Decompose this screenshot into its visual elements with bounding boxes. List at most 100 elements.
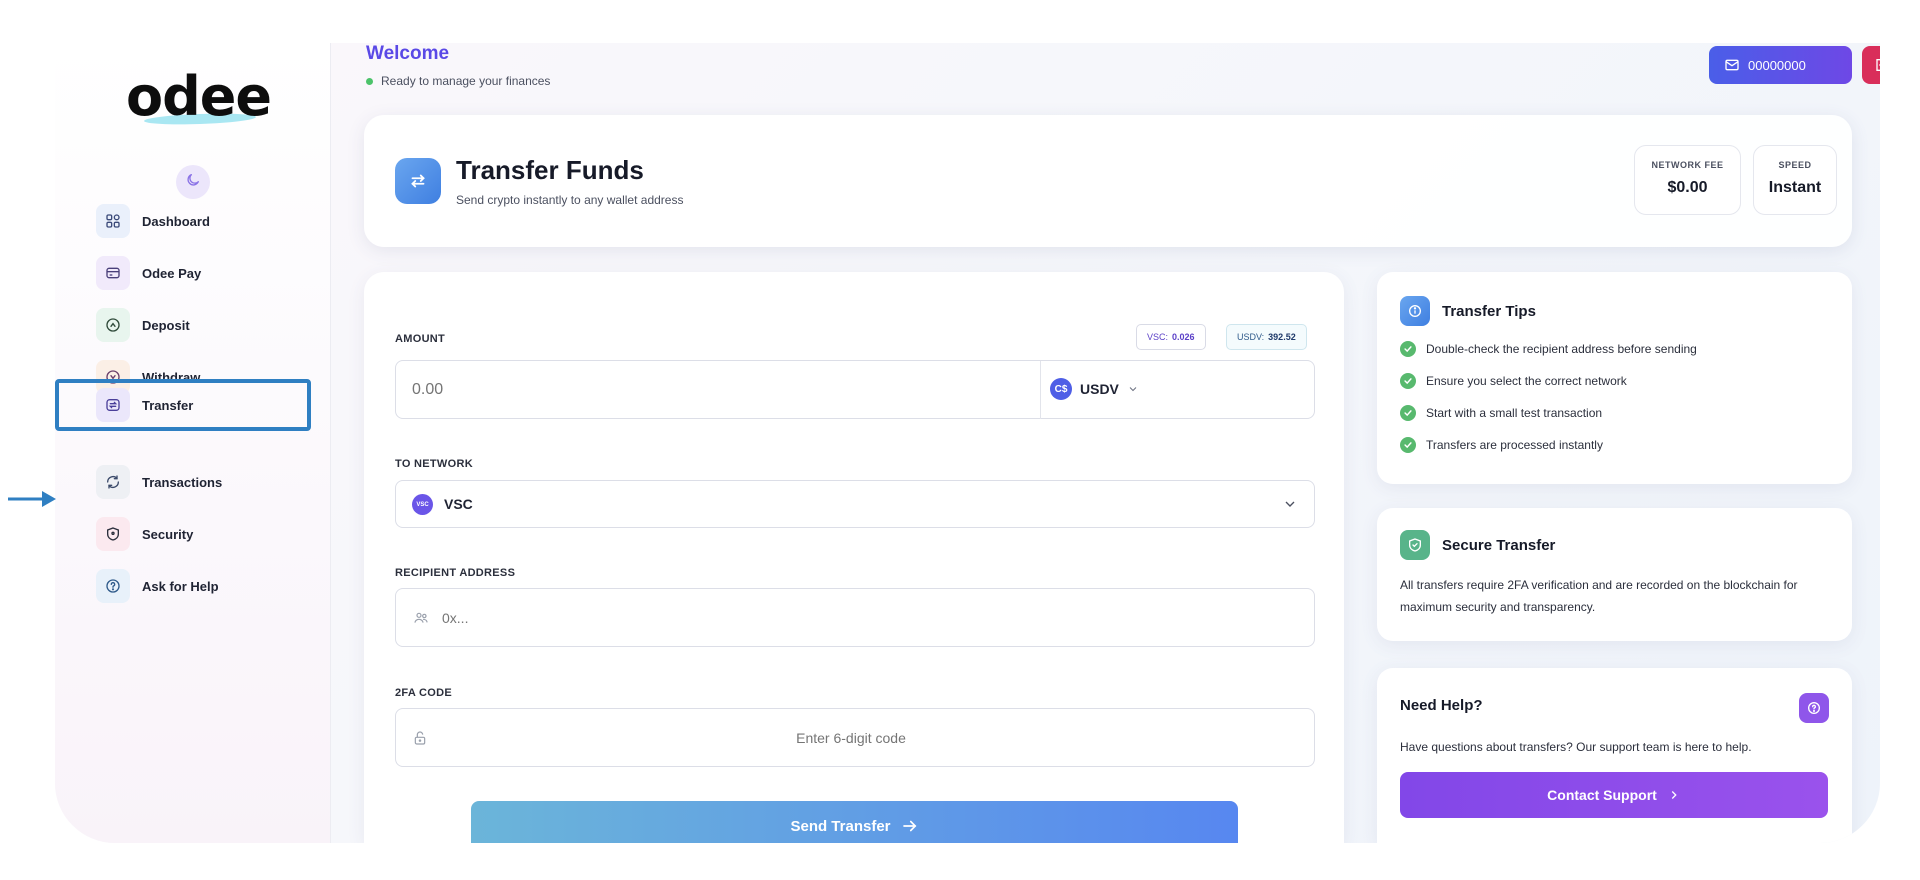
secure-body: All transfers require 2FA verification a… <box>1400 578 1798 614</box>
twofa-label: 2FA CODE <box>395 687 453 699</box>
transfer-header-card: Transfer Funds Send crypto instantly to … <box>364 115 1852 247</box>
tip-text: Start with a small test transaction <box>1426 406 1603 420</box>
pointer-arrow-icon <box>8 491 56 507</box>
check-icon <box>1400 405 1416 421</box>
help-title: Need Help? <box>1400 697 1483 714</box>
theme-toggle-button[interactable] <box>176 165 210 199</box>
amount-field: C$ USDV <box>395 360 1315 419</box>
sidebar-item-dashboard[interactable]: Dashboard <box>96 198 306 244</box>
help-body: Have questions about transfers? Our supp… <box>1400 740 1752 754</box>
recipient-label: RECIPIENT ADDRESS <box>395 567 516 579</box>
twofa-field <box>395 708 1315 767</box>
speed-value: Instant <box>1768 179 1822 196</box>
chevron-right-icon <box>1667 788 1681 802</box>
recipient-input[interactable] <box>436 590 1306 645</box>
vsc-balance-chip: VSC: 0.026 <box>1136 324 1206 350</box>
tip-text: Double-check the recipient address befor… <box>1426 342 1697 356</box>
sidebar-item-security[interactable]: Security <box>96 511 306 557</box>
sidebar: odee Dashboard Odee Pay Deposit Withdraw… <box>55 43 331 843</box>
info-icon <box>1400 296 1430 326</box>
check-icon <box>1400 341 1416 357</box>
lock-icon <box>412 729 428 747</box>
speed-stat: SPEED Instant <box>1753 145 1837 215</box>
logout-button[interactable] <box>1862 46 1880 84</box>
sidebar-item-label: Odee Pay <box>142 265 202 281</box>
tip-text: Transfers are processed instantly <box>1426 438 1603 452</box>
account-button[interactable]: 00000000 <box>1709 46 1852 84</box>
amount-input[interactable] <box>397 362 1037 417</box>
recipient-field <box>395 588 1315 647</box>
sidebar-item-ask-for-help[interactable]: Ask for Help <box>96 563 306 609</box>
chevron-down-icon <box>1282 496 1298 512</box>
tip-item: Start with a small test transaction <box>1400 405 1602 421</box>
transactions-icon <box>96 465 130 499</box>
secure-transfer-card: Secure Transfer All transfers require 2F… <box>1377 508 1852 641</box>
hero-title: Transfer Funds <box>456 155 644 185</box>
balance-value: 0.026 <box>1172 332 1195 342</box>
sidebar-item-transactions[interactable]: Transactions <box>96 459 306 505</box>
speed-label: SPEED <box>1778 160 1812 170</box>
sidebar-item-transfer[interactable]: Transfer <box>55 379 311 431</box>
help-icon <box>96 569 130 603</box>
main-content: Welcome Ready to manage your finances 00… <box>331 43 1880 843</box>
status-dot <box>366 77 373 85</box>
check-icon <box>1400 373 1416 389</box>
network-fee-label: NETWORK FEE <box>1651 160 1724 170</box>
network-logo: VSC <box>412 494 433 515</box>
tip-text: Ensure you select the correct network <box>1426 374 1627 388</box>
send-transfer-label: Send Transfer <box>790 817 891 835</box>
status-label: Ready to manage your finances <box>381 74 551 88</box>
logo[interactable]: odee <box>126 67 272 127</box>
hero-subtitle: Send crypto instantly to any wallet addr… <box>456 193 684 207</box>
account-number: 00000000 <box>1748 57 1806 73</box>
sidebar-item-label: Dashboard <box>142 213 210 229</box>
status-text: Ready to manage your finances <box>366 74 550 88</box>
page-title: Welcome <box>366 43 450 64</box>
transfer-tips-card: Transfer Tips Double-check the recipient… <box>1377 272 1852 484</box>
transfer-form: AMOUNT VSC: 0.026 USDV: 392.52 C$ USDV <box>364 272 1344 843</box>
logout-icon <box>1873 57 1880 73</box>
help-icon[interactable] <box>1799 693 1829 723</box>
amount-label: AMOUNT <box>395 333 446 345</box>
sidebar-item-label: Security <box>142 526 194 542</box>
users-icon <box>412 610 430 626</box>
card-icon <box>96 256 130 290</box>
transfer-icon <box>96 388 130 422</box>
tips-title: Transfer Tips <box>1442 303 1536 320</box>
tip-item: Double-check the recipient address befor… <box>1400 341 1697 357</box>
balance-symbol: VSC: <box>1147 332 1169 342</box>
contact-support-button[interactable]: Contact Support <box>1400 772 1828 818</box>
shield-check-icon <box>1400 530 1430 560</box>
sidebar-item-odee-pay[interactable]: Odee Pay <box>96 250 306 296</box>
arrow-right-icon <box>901 817 919 835</box>
logo-text: odee <box>126 65 272 128</box>
sidebar-item-deposit[interactable]: Deposit <box>96 302 306 348</box>
check-icon <box>1400 437 1416 453</box>
sidebar-item-label: Transactions <box>142 474 223 490</box>
mail-icon <box>1724 57 1740 73</box>
tip-item: Ensure you select the correct network <box>1400 373 1627 389</box>
contact-support-label: Contact Support <box>1547 787 1657 803</box>
network-select[interactable]: VSC VSC <box>395 480 1315 528</box>
network-label: TO NETWORK <box>395 458 473 470</box>
sidebar-item-label: Deposit <box>142 317 190 333</box>
network-fee-value: $0.00 <box>1667 179 1708 196</box>
swap-icon <box>395 158 441 204</box>
token-select[interactable]: C$ USDV <box>1050 378 1139 400</box>
moon-icon <box>185 172 201 193</box>
amount-divider <box>1040 361 1041 419</box>
need-help-card: Need Help? Have questions about transfer… <box>1377 668 1852 843</box>
send-transfer-button[interactable]: Send Transfer <box>471 801 1238 843</box>
chevron-down-icon <box>1127 383 1139 395</box>
tip-item: Transfers are processed instantly <box>1400 437 1603 453</box>
balance-value: 392.52 <box>1268 332 1296 342</box>
sidebar-item-label: Ask for Help <box>142 578 219 594</box>
deposit-icon <box>96 308 130 342</box>
network-value: VSC <box>444 496 473 512</box>
app-frame: odee Dashboard Odee Pay Deposit Withdraw… <box>55 43 1880 843</box>
token-label: USDV <box>1080 381 1119 397</box>
sidebar-item-label: Transfer <box>142 397 194 413</box>
shield-icon <box>96 517 130 551</box>
dashboard-icon <box>96 204 130 238</box>
twofa-input[interactable] <box>436 710 1266 765</box>
